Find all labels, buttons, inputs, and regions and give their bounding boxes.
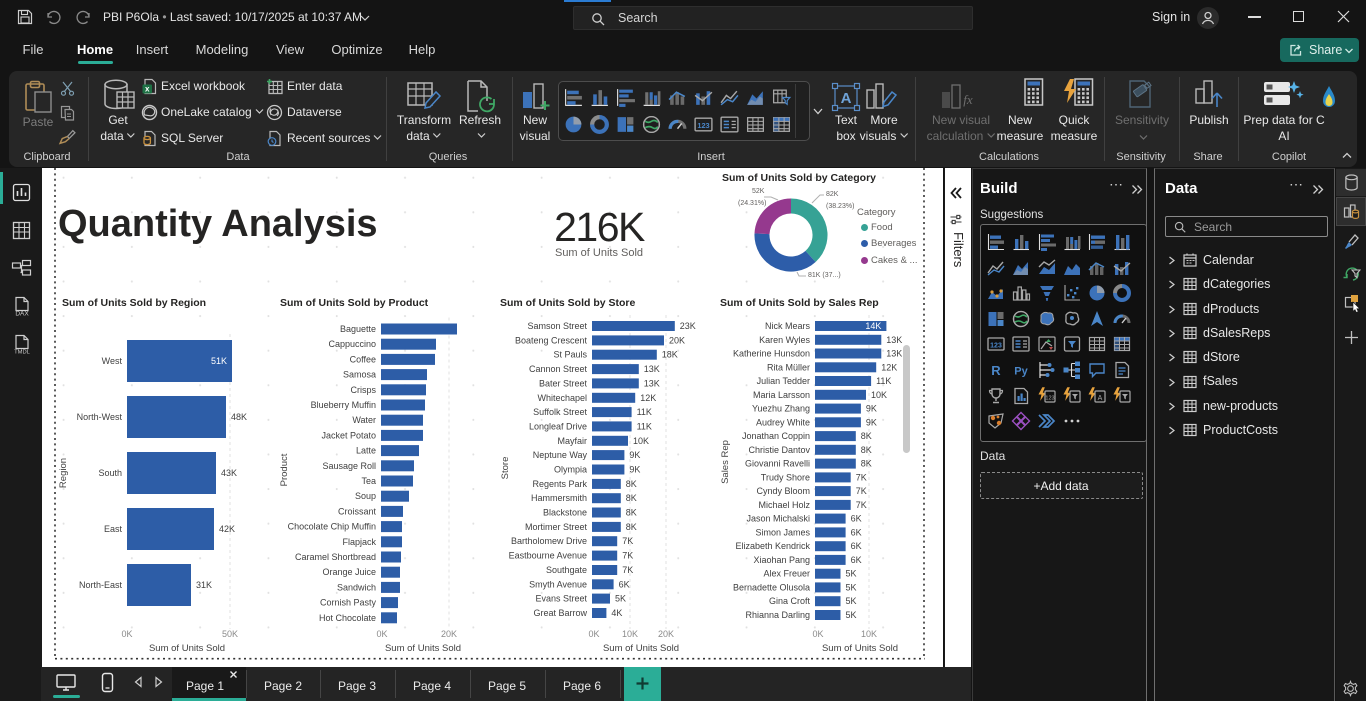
svg-text:123: 123 (1045, 396, 1054, 402)
svg-text:A: A (1098, 395, 1103, 402)
svg-text:A: A (841, 90, 852, 107)
svg-text:Py: Py (1014, 366, 1028, 378)
svg-text:x: x (145, 85, 150, 94)
svg-text:DAX: DAX (15, 311, 29, 318)
svg-text:R: R (991, 363, 1001, 378)
svg-text:TMDL: TMDL (14, 350, 31, 356)
svg-text:123: 123 (697, 121, 709, 130)
svg-text:fx: fx (963, 92, 973, 107)
svg-text:123: 123 (990, 343, 1002, 350)
